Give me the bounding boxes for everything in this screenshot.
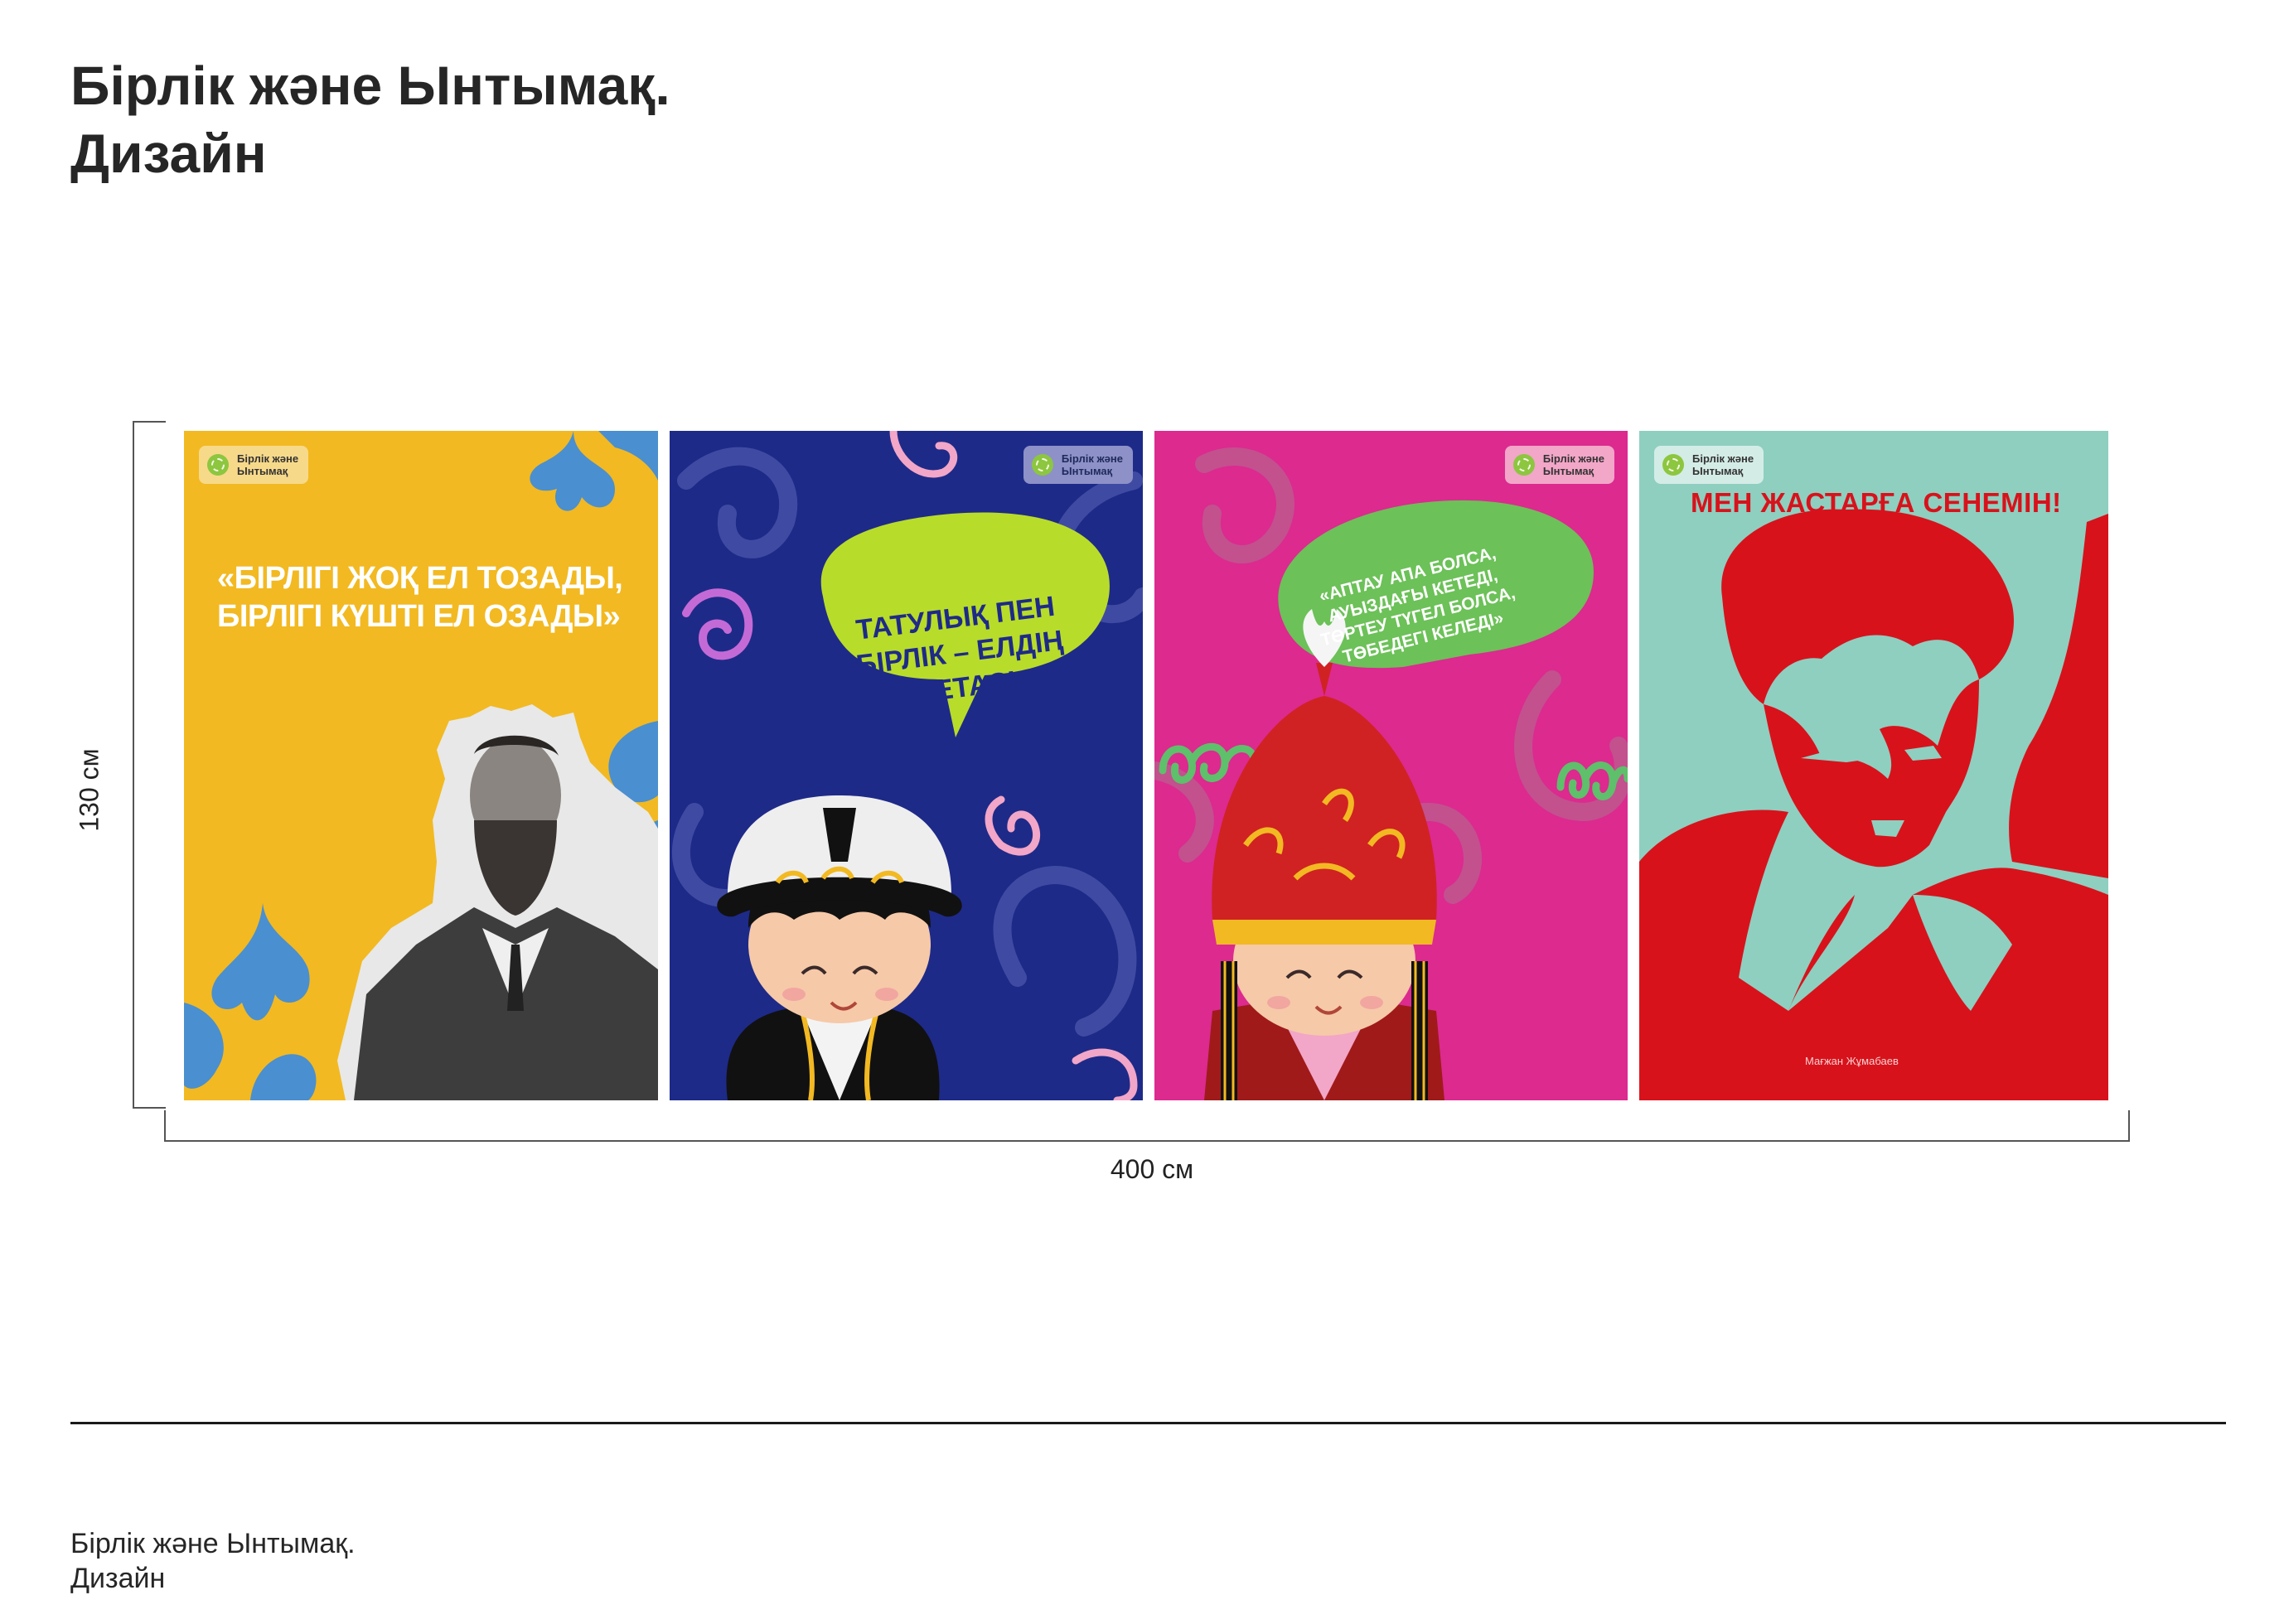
poster-4-headline: МЕН ЖАСТАРҒА СЕНЕМІН! — [1691, 487, 2062, 518]
page-title-line2: Дизайн — [70, 123, 267, 184]
girl-figure — [1204, 609, 1444, 1100]
poster-4-portrait — [1639, 509, 2108, 1100]
width-dimension-label: 400 см — [1110, 1154, 1194, 1184]
poster-1-ornaments — [184, 431, 658, 1100]
width-dimension-tick-left — [164, 1110, 166, 1142]
logo-mark-icon — [1512, 454, 1535, 476]
poster-2-logo-badge: Бірлік және Ынтымақ — [1023, 446, 1133, 484]
poster-4-caption: Мағжан Жұмабаев — [1805, 1055, 1899, 1067]
width-dimension-tick-right — [2128, 1110, 2130, 1142]
poster-1-logo-badge: Бірлік және Ынтымақ — [199, 446, 309, 484]
width-dimension-line — [164, 1140, 2130, 1142]
red-portrait-figure — [1639, 509, 2108, 1100]
height-dimension-line — [133, 421, 134, 1109]
logo-mark-icon — [1031, 454, 1053, 476]
logo-text: Бірлік және Ынтымақ — [1061, 452, 1123, 477]
footer-text: Бірлік және Ынтымақ. Дизайн — [70, 1526, 356, 1596]
height-dimension-label: 130 см — [74, 748, 104, 832]
poster-proverb-girl: Бірлік және Ынтымақ «АПТАУ АПА БОЛСА, АУ… — [1154, 431, 1628, 1100]
logo-text: Бірлік және Ынтымақ — [237, 452, 299, 477]
logo-mark-icon — [1662, 454, 1684, 476]
boy-figure — [717, 795, 962, 1100]
height-dimension-tick-top — [133, 421, 166, 423]
page-title: Бірлік және Ынтымақ. Дизайн — [70, 51, 670, 187]
logo-text: Бірлік және Ынтымақ — [1542, 452, 1604, 477]
footer-divider — [70, 1422, 2226, 1424]
page-title-line1: Бірлік және Ынтымақ. — [70, 55, 670, 116]
poster-1-quote: «БІРЛІГІ ЖОҚ ЕЛ ТОЗАДЫ, БІРЛІГІ КҮШТІ ЕЛ… — [217, 561, 623, 634]
poster-magzhan: Бірлік және Ынтымақ МЕН ЖАСТАРҒА СЕНЕМІН… — [1639, 431, 2108, 1100]
footer-line2: Дизайн — [70, 1563, 166, 1594]
poster-2-illustration — [671, 431, 1143, 1100]
logo-text: Бірлік және Ынтымақ — [1692, 452, 1754, 477]
footer-line1: Бірлік және Ынтымақ. — [70, 1528, 356, 1559]
poster-unity-quote: Бірлік және Ынтымақ «БІРЛІГІ ЖОҚ ЕЛ ТОЗА… — [184, 431, 658, 1100]
logo-mark-icon — [207, 454, 229, 476]
poster-3-illustration — [1154, 447, 1628, 1100]
height-dimension-tick-bottom — [133, 1107, 166, 1109]
poster-3-logo-badge: Бірлік және Ынтымақ — [1504, 446, 1614, 484]
poster-harmony-boy: Бірлік және Ынтымақ ТАТУЛЫҚ ПЕН БІРЛІК –… — [670, 431, 1143, 1100]
poster-4-logo-badge: Бірлік және Ынтымақ — [1654, 446, 1764, 484]
